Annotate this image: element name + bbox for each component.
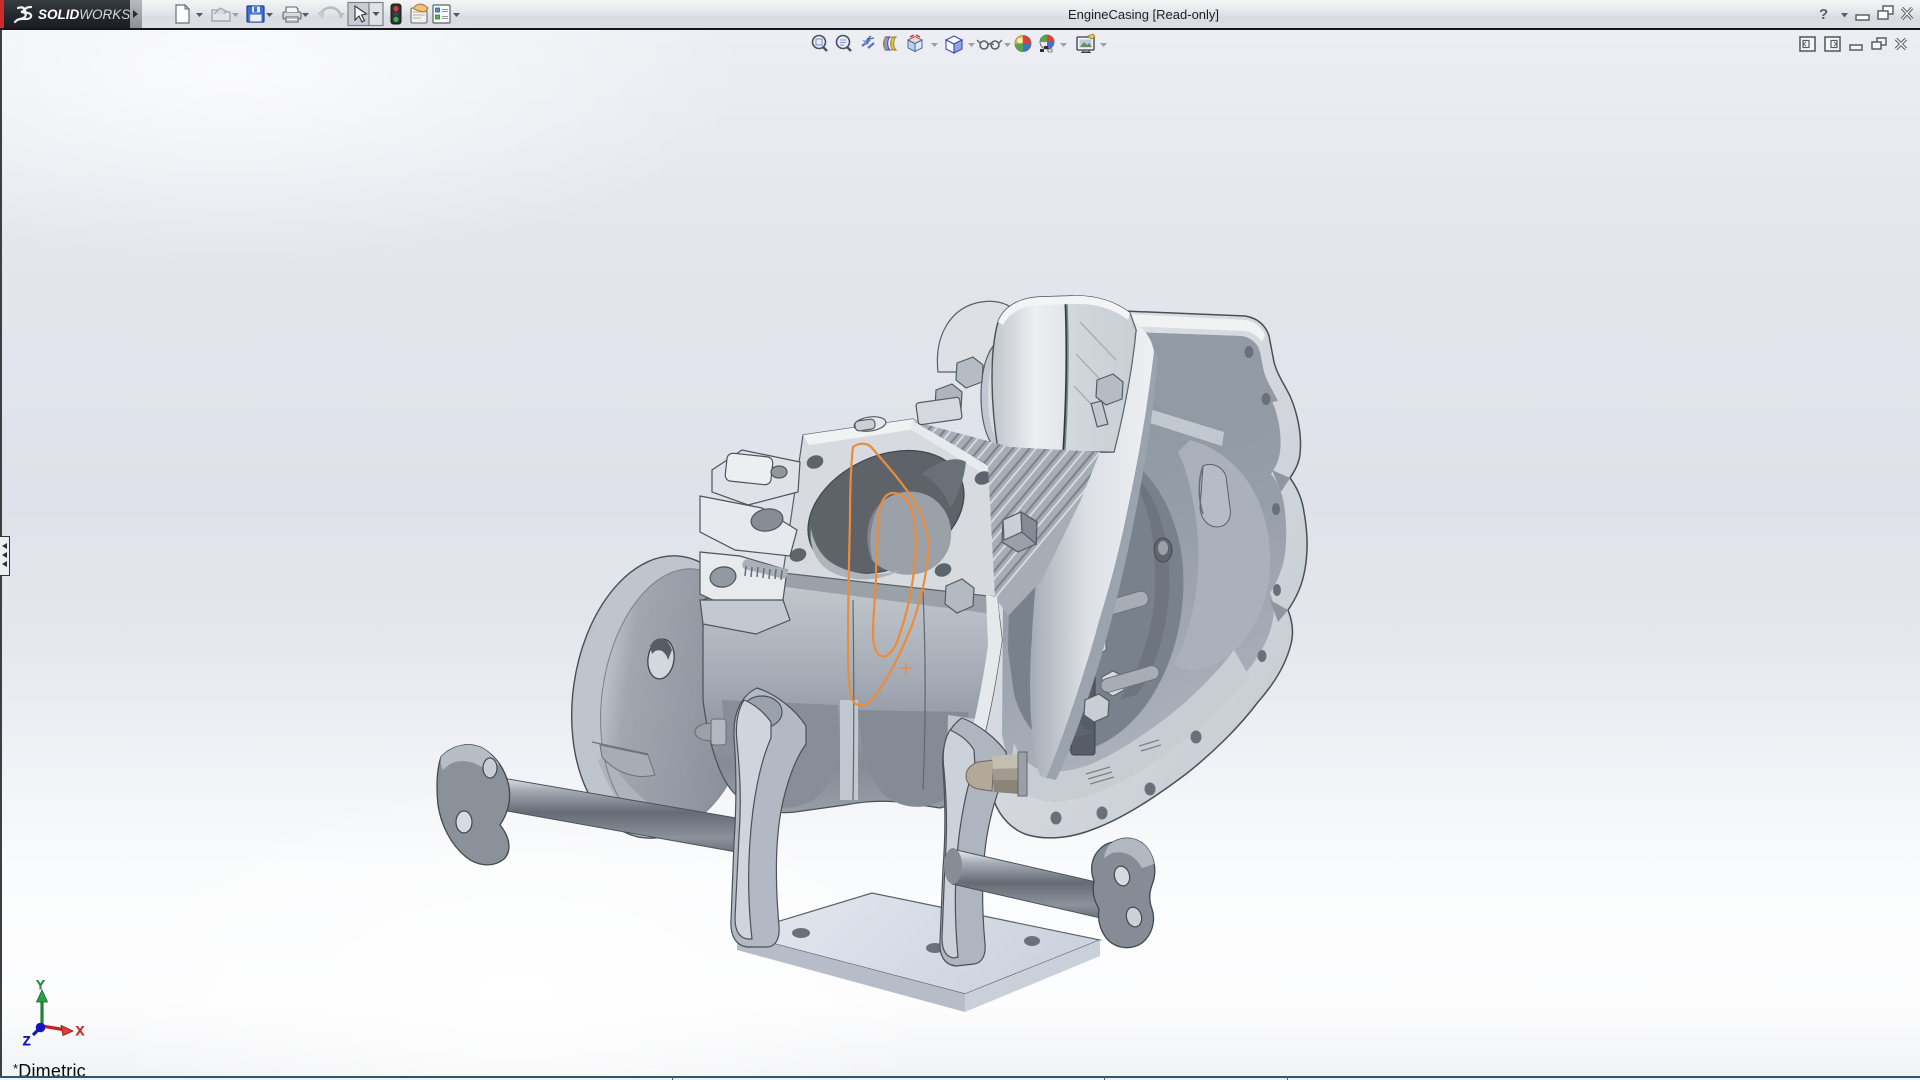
- svg-text:Z: Z: [23, 1034, 30, 1048]
- svg-text:X: X: [76, 1024, 84, 1038]
- svg-text:Y: Y: [37, 978, 45, 992]
